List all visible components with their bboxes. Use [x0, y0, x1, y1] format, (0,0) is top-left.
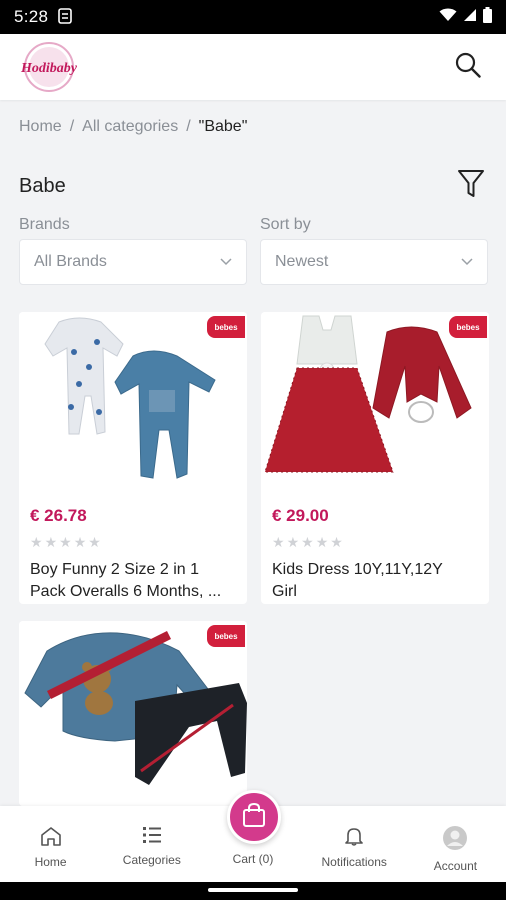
breadcrumb: Home / All categories / "Babe" [19, 118, 247, 136]
brands-select[interactable]: All Brands [19, 239, 247, 285]
product-card[interactable]: bebes [19, 621, 247, 806]
product-name: Boy Funny 2 Size 2 in 1 Pack Overalls 6 … [19, 551, 247, 603]
nav-categories-label: Categories [122, 853, 181, 867]
nav-home-label: Home [34, 855, 67, 869]
product-image: bebes [19, 312, 247, 492]
product-name: Kids Dress 10Y,11Y,12Y Girl [261, 551, 489, 603]
brands-value: All Brands [34, 253, 107, 270]
product-card[interactable]: bebes € 29.00 ★ ★ ★ ★ ★ Kids Dress 10Y,11Y,1… [261, 312, 489, 604]
sync-icon [58, 7, 73, 27]
star-icon: ★ [301, 534, 314, 550]
categories-icon [142, 826, 162, 847]
sort-label: Sort by [260, 216, 311, 233]
star-icon: ★ [88, 534, 101, 550]
breadcrumb-separator: / [69, 118, 75, 135]
search-icon [455, 52, 481, 83]
product-price: € 26.78 [30, 506, 87, 525]
breadcrumb-all-categories[interactable]: All categories [82, 118, 178, 136]
product-name-line: Boy Funny 2 Size 2 in 1 [30, 561, 199, 578]
brand-badge: bebes [449, 316, 487, 338]
nav-cart-label: Cart (0) [232, 852, 274, 866]
search-button[interactable] [448, 47, 488, 87]
signal-icon [463, 7, 477, 27]
avatar-icon [443, 826, 468, 853]
nav-notifications[interactable]: Notifications [304, 806, 405, 882]
system-navigation-bar [0, 882, 506, 900]
star-icon: ★ [315, 534, 329, 550]
bell-icon [345, 826, 364, 849]
product-price: € 29.00 [272, 506, 329, 525]
product-image: bebes [19, 621, 247, 806]
home-icon [40, 826, 62, 849]
star-icon: ★ [286, 534, 300, 550]
product-name-line: Pack Overalls 6 Months, ... [30, 583, 222, 600]
nav-notifications-label: Notifications [321, 855, 387, 869]
product-image: bebes [261, 312, 489, 492]
star-icon: ★ [272, 534, 285, 550]
shopping-bag-icon [242, 802, 266, 833]
breadcrumb-home[interactable]: Home [19, 118, 62, 136]
product-name-line: Kids Dress 10Y,11Y,12Y [272, 561, 443, 578]
star-icon: ★ [330, 534, 343, 550]
product-card[interactable]: bebes € 26.78 ★ ★ ★ ★ ★ Boy Funny 2 Size 2 i… [19, 312, 247, 604]
rating-stars: ★ ★ ★ ★ ★ [19, 526, 247, 551]
brands-label: Brands [19, 216, 70, 233]
rating-stars: ★ ★ ★ ★ ★ [261, 526, 489, 551]
page-title: Babe [19, 174, 66, 197]
product-name-line: Girl [272, 583, 297, 600]
breadcrumb-current: "Babe" [198, 118, 248, 135]
star-icon: ★ [44, 534, 58, 550]
filter-icon [457, 169, 485, 204]
brand-badge: bebes [207, 316, 245, 338]
status-time: 5:28 [14, 7, 49, 26]
chevron-down-icon [220, 253, 232, 271]
nav-account[interactable]: Account [405, 806, 506, 882]
hodibaby-logo[interactable]: Hodibaby [18, 41, 80, 93]
filter-button[interactable] [453, 168, 489, 204]
home-gesture-handle[interactable] [208, 888, 298, 892]
status-bar: 5:28 [0, 0, 506, 34]
title-row: Babe [19, 166, 489, 206]
star-icon: ★ [59, 534, 72, 550]
chevron-down-icon [461, 253, 473, 271]
nav-account-label: Account [433, 859, 478, 873]
nav-categories[interactable]: Categories [101, 806, 202, 882]
wifi-icon [439, 7, 457, 27]
battery-icon [483, 6, 492, 28]
brand-badge: bebes [207, 625, 245, 647]
sort-select[interactable]: Newest [260, 239, 488, 285]
cart-button[interactable] [227, 790, 281, 844]
sort-value: Newest [275, 253, 329, 270]
star-icon: ★ [30, 534, 43, 550]
breadcrumb-separator: / [186, 118, 191, 135]
app-header: Hodibaby [0, 34, 506, 100]
nav-home[interactable]: Home [0, 806, 101, 882]
star-icon: ★ [73, 534, 87, 550]
logo-text: Hodibaby [20, 61, 78, 76]
